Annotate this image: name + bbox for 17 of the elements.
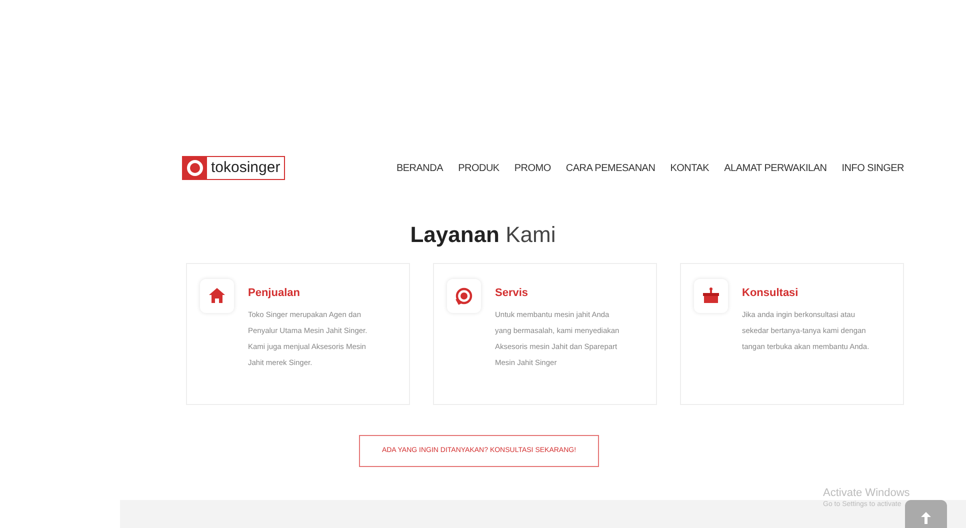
nav-link[interactable]: PRODUK xyxy=(458,160,500,176)
nav-link[interactable]: BERANDA xyxy=(396,160,444,176)
section-heading: Layanan Kami xyxy=(409,221,557,249)
logo[interactable]: tokosinger xyxy=(182,156,286,180)
nav-link[interactable]: ALAMAT PERWAKILAN xyxy=(724,160,827,176)
service-title: Servis xyxy=(495,286,530,301)
nav-link[interactable]: INFO SINGER xyxy=(842,160,904,176)
arrow-up-icon xyxy=(921,512,931,524)
service-title: Konsultasi xyxy=(742,286,800,301)
logo-icon xyxy=(183,157,207,179)
activation-title: Activate Windows xyxy=(823,487,910,500)
nav-link[interactable]: PROMO xyxy=(514,160,551,176)
service-title: Penjualan xyxy=(248,286,301,301)
logo-text: tokosinger xyxy=(211,158,280,178)
scroll-top-button[interactable] xyxy=(905,500,947,528)
nav-link[interactable]: CARA PEMESANAN xyxy=(566,160,656,176)
nav-link[interactable]: KONTAK xyxy=(670,160,710,176)
